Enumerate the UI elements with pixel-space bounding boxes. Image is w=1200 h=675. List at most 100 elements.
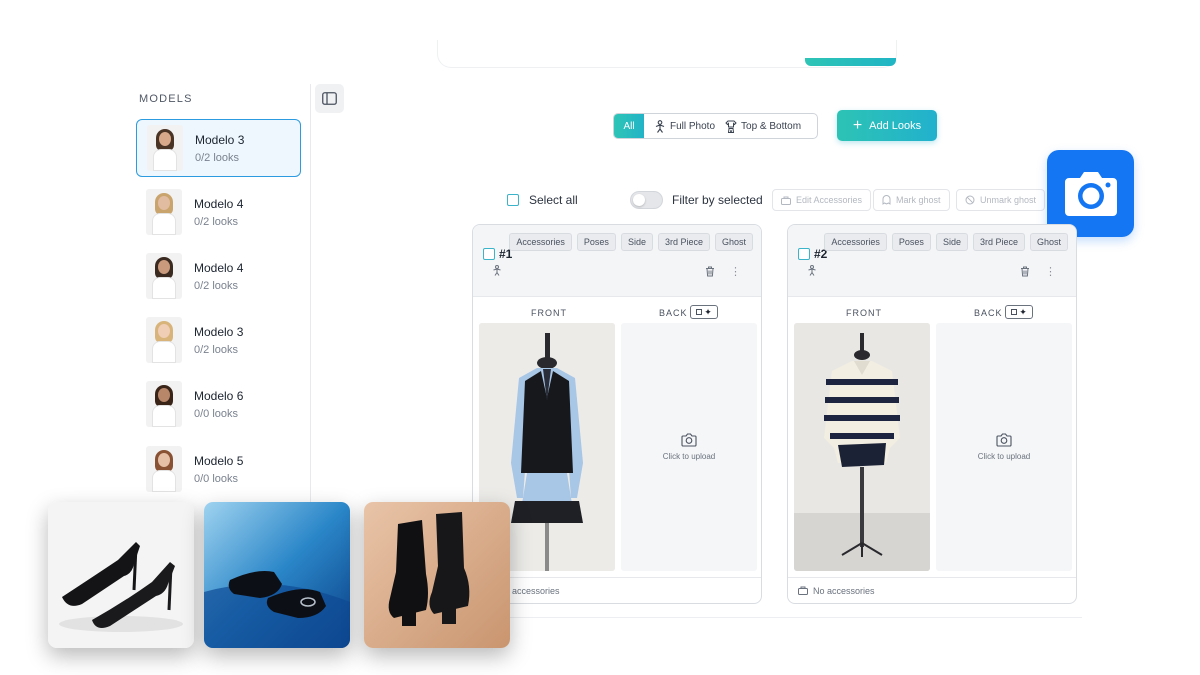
look-card: #1 Accessories Poses Side 3rd Piece Ghos…: [472, 224, 762, 604]
model-looks-count: 0/2 looks: [195, 151, 240, 164]
accessories-status: No accessories: [813, 585, 875, 596]
model-looks-count: 0/0 looks: [194, 472, 239, 485]
upload-hint: Click to upload: [662, 452, 716, 461]
tag-side[interactable]: Side: [935, 233, 968, 251]
model-name: Modelo 4: [194, 260, 244, 275]
filter-all[interactable]: All: [614, 114, 644, 138]
avatar-face: [158, 196, 170, 210]
filter-full-photo[interactable]: Full Photo: [654, 119, 715, 133]
look-card: #2 Accessories Poses Side 3rd Piece Ghos…: [787, 224, 1077, 604]
card-tags: Accessories Poses Side 3rd Piece Ghost: [509, 233, 753, 251]
avatar-torso: [152, 470, 176, 492]
avatar-torso: [152, 277, 176, 299]
shoe-photo-pumps[interactable]: [204, 502, 350, 648]
divider: [472, 617, 1082, 618]
add-looks-button[interactable]: + Add Looks: [837, 110, 937, 141]
more-options-icon[interactable]: ⋮: [730, 265, 741, 278]
model-looks-count: 0/2 looks: [194, 343, 239, 356]
model-name: Modelo 6: [194, 388, 244, 403]
model-avatar: [146, 446, 182, 492]
tag-ghost[interactable]: Ghost: [714, 233, 753, 251]
upload-hint: Click to upload: [977, 452, 1031, 461]
mark-ghost-label: Mark ghost: [896, 195, 941, 205]
model-avatar: [147, 125, 183, 171]
model-looks-count: 0/0 looks: [194, 407, 239, 420]
model-item[interactable]: Modelo 3 0/2 looks: [136, 119, 301, 177]
front-photo[interactable]: [794, 323, 930, 571]
front-label: FRONT: [531, 308, 567, 318]
trash-icon[interactable]: [705, 266, 715, 277]
sidebar-panel-icon: [322, 92, 337, 105]
mark-ghost-button[interactable]: Mark ghost: [873, 189, 950, 211]
card-header: #2 Accessories Poses Side 3rd Piece Ghos…: [788, 225, 1076, 297]
edit-accessories-label: Edit Accessories: [796, 195, 863, 205]
back-toggle[interactable]: ✦: [690, 305, 718, 319]
ban-icon: [965, 195, 975, 205]
avatar-torso: [152, 341, 176, 363]
avatar-face: [159, 132, 171, 146]
pose-icon: [808, 265, 816, 276]
shirt-icon: [725, 120, 737, 133]
tag-accessories[interactable]: Accessories: [509, 233, 572, 251]
tag-poses[interactable]: Poses: [576, 233, 616, 251]
model-item[interactable]: Modelo 5 0/0 looks: [136, 440, 301, 498]
model-avatar: [146, 189, 182, 235]
look-type-filter: All Full Photo Top & Bottom: [613, 113, 818, 139]
model-name: Modelo 5: [194, 453, 244, 468]
black-boots-image: [364, 502, 510, 648]
card-header: #1 Accessories Poses Side 3rd Piece Ghos…: [473, 225, 761, 297]
tag-side[interactable]: Side: [620, 233, 653, 251]
avatar-face: [158, 388, 170, 402]
camera-upload-icon: [996, 433, 1012, 447]
tag-accessories[interactable]: Accessories: [824, 233, 887, 251]
models-sidebar: MODELS Modelo 3 0/2 looks Modelo 4 0/2 look…: [120, 84, 311, 514]
sidebar-toggle-button[interactable]: [315, 84, 344, 113]
card-footer: No accessories: [788, 577, 1076, 603]
unmark-ghost-button[interactable]: Unmark ghost: [956, 189, 1046, 211]
back-upload-area[interactable]: Click to upload: [621, 323, 757, 571]
trash-icon[interactable]: [1020, 266, 1030, 277]
select-all-label: Select all: [529, 193, 578, 207]
shoe-photo-boots[interactable]: [364, 502, 510, 648]
avatar-torso: [152, 213, 176, 235]
back-upload-area[interactable]: Click to upload: [936, 323, 1072, 571]
model-item[interactable]: Modelo 6 0/0 looks: [136, 375, 301, 433]
select-all-checkbox[interactable]: [507, 194, 519, 206]
shoe-photo-heels[interactable]: [48, 502, 194, 648]
unmark-ghost-label: Unmark ghost: [980, 195, 1037, 205]
card-checkbox[interactable]: [483, 248, 495, 260]
search-button-edge[interactable]: [805, 58, 896, 66]
pose-icon: [493, 265, 501, 276]
card-checkbox[interactable]: [798, 248, 810, 260]
avatar-face: [158, 324, 170, 338]
model-item[interactable]: Modelo 4 0/2 looks: [136, 183, 301, 241]
tag-3rd-piece[interactable]: 3rd Piece: [657, 233, 710, 251]
model-name: Modelo 4: [194, 196, 244, 211]
person-icon: [655, 119, 665, 133]
model-name: Modelo 3: [194, 324, 244, 339]
back-toggle[interactable]: ✦: [1005, 305, 1033, 319]
model-looks-count: 0/2 looks: [194, 279, 239, 292]
select-all[interactable]: Select all: [507, 193, 578, 207]
model-item[interactable]: Modelo 3 0/2 looks: [136, 311, 301, 369]
tag-poses[interactable]: Poses: [891, 233, 931, 251]
filter-top-bottom-label: Top & Bottom: [741, 120, 802, 132]
striped-sweater-mannequin-image: [794, 323, 930, 571]
filter-selected-toggle[interactable]: [630, 191, 663, 209]
more-options-icon[interactable]: ⋮: [1045, 265, 1056, 278]
tag-ghost[interactable]: Ghost: [1029, 233, 1068, 251]
blue-backdrop-pumps-image: [204, 502, 350, 648]
avatar-torso: [153, 149, 177, 171]
avatar-torso: [152, 405, 176, 427]
avatar-face: [158, 260, 170, 274]
card-footer: No accessories: [473, 577, 761, 603]
model-item[interactable]: Modelo 4 0/2 looks: [136, 247, 301, 305]
filter-selected-label: Filter by selected: [672, 193, 763, 207]
model-name: Modelo 3: [195, 132, 245, 147]
tag-3rd-piece[interactable]: 3rd Piece: [972, 233, 1025, 251]
back-label: BACK: [974, 308, 1003, 318]
edit-accessories-button[interactable]: Edit Accessories: [772, 189, 872, 211]
filter-top-bottom[interactable]: Top & Bottom: [725, 120, 801, 133]
model-looks-count: 0/2 looks: [194, 215, 239, 228]
bag-icon: [781, 196, 791, 205]
